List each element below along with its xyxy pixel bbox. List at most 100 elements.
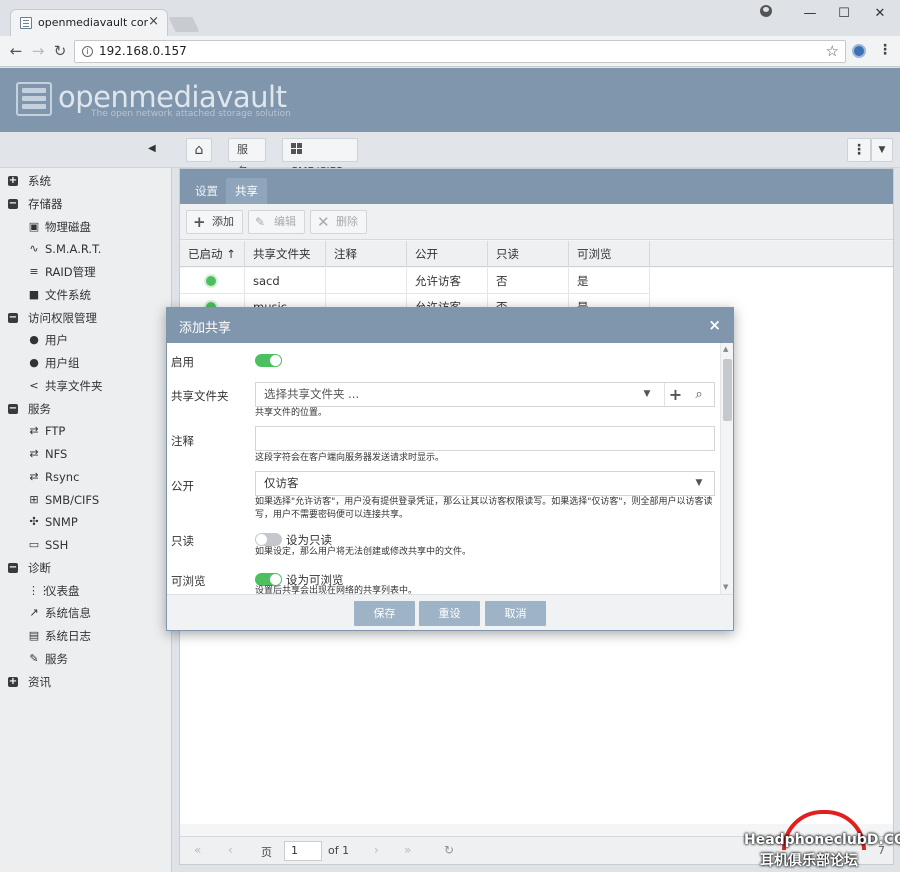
column-header-browsable[interactable]: 可浏览 bbox=[569, 241, 650, 267]
sidebar-item-label: 服务 bbox=[45, 651, 68, 666]
sidebar-item[interactable]: ✣ SNMP bbox=[0, 512, 170, 532]
sidebar-item[interactable]: ▣ 物理磁盘 bbox=[0, 217, 170, 237]
extension-globe-icon[interactable] bbox=[852, 44, 866, 58]
disk-icon: ▣ bbox=[28, 219, 40, 233]
sidebar-item[interactable]: − 服务 bbox=[0, 399, 170, 419]
next-page-icon[interactable]: › bbox=[374, 843, 379, 857]
scroll-down-icon[interactable]: ▼ bbox=[723, 583, 728, 591]
sidebar-item[interactable]: ⇄ Rsync bbox=[0, 467, 170, 487]
scroll-thumb[interactable] bbox=[723, 359, 732, 421]
column-header-comment[interactable]: 注释 bbox=[326, 241, 407, 267]
sidebar-item[interactable]: + 系统 bbox=[0, 171, 170, 191]
edit-button[interactable]: ✎ 编辑 bbox=[248, 210, 305, 234]
column-header-readonly[interactable]: 只读 bbox=[488, 241, 569, 267]
plus-icon: + bbox=[193, 213, 206, 231]
table-row[interactable]: sacd 允许访客 否 是 bbox=[180, 268, 650, 294]
cancel-button[interactable]: 取消 bbox=[485, 601, 546, 626]
sidebar-item[interactable]: ✎ 服务 bbox=[0, 649, 170, 669]
first-page-icon[interactable]: « bbox=[194, 843, 201, 857]
sidebar-item-label: 共享文件夹 bbox=[45, 378, 103, 393]
back-arrow-icon[interactable]: ← bbox=[6, 41, 26, 61]
sidebar-item[interactable]: − 诊断 bbox=[0, 558, 170, 578]
delete-button[interactable]: ✕ 删除 bbox=[310, 210, 367, 234]
column-header-public[interactable]: 公开 bbox=[407, 241, 488, 267]
dialog-close-icon[interactable]: × bbox=[708, 316, 721, 334]
plus-icon[interactable]: + bbox=[664, 383, 686, 406]
sidebar-item-label: FTP bbox=[45, 424, 66, 439]
add-button[interactable]: + 添加 bbox=[186, 210, 243, 234]
shared-folder-select[interactable]: 选择共享文件夹 ... ▼ + ⌕ bbox=[255, 382, 715, 407]
sidebar-item[interactable]: ↗ 系统信息 bbox=[0, 603, 170, 623]
sidebar-item[interactable]: ⇄ NFS bbox=[0, 444, 170, 464]
url-text[interactable]: 192.168.0.157 bbox=[99, 44, 187, 58]
sidebar-item[interactable]: ▤ 系统日志 bbox=[0, 626, 170, 646]
sidebar-collapse-icon[interactable]: ◀ bbox=[148, 143, 156, 154]
sidebar-item[interactable]: ● 用户组 bbox=[0, 353, 170, 373]
plus-box-icon[interactable]: + bbox=[8, 676, 18, 687]
plus-box-icon[interactable]: + bbox=[8, 176, 18, 186]
sidebar-item[interactable]: − 存储器 bbox=[0, 194, 170, 214]
window-close-button[interactable]: ✕ bbox=[868, 4, 892, 24]
reload-icon[interactable]: ↻ bbox=[50, 41, 70, 61]
home-icon: ⌂ bbox=[194, 142, 204, 158]
tab-settings[interactable]: 设置 bbox=[186, 178, 227, 204]
sidebar-item[interactable]: + 资讯 bbox=[0, 672, 170, 692]
search-icon[interactable]: ⌕ bbox=[688, 383, 710, 406]
breadcrumb-home-button[interactable]: ⌂ bbox=[186, 138, 212, 162]
column-header-folder[interactable]: 共享文件夹 bbox=[245, 241, 326, 267]
new-tab-button[interactable] bbox=[168, 17, 200, 32]
dropdown-button[interactable]: ▼ bbox=[871, 138, 893, 162]
share-icon: < bbox=[29, 378, 39, 392]
info-icon[interactable]: i bbox=[82, 46, 93, 57]
caret-down-icon[interactable]: ▼ bbox=[636, 383, 658, 406]
enable-toggle[interactable] bbox=[255, 354, 282, 367]
refresh-icon[interactable]: ↻ bbox=[444, 843, 454, 857]
comment-input[interactable] bbox=[255, 426, 715, 451]
comment-label: 注释 bbox=[171, 434, 194, 448]
sidebar-item-label: SSH bbox=[45, 538, 69, 552]
caret-down-icon: ▼ bbox=[878, 145, 886, 155]
scroll-up-icon[interactable]: ▲ bbox=[723, 345, 728, 353]
minus-box-icon[interactable]: − bbox=[8, 198, 18, 209]
folder-icon: ■ bbox=[28, 287, 40, 301]
last-page-icon[interactable]: » bbox=[404, 843, 411, 857]
edit-button-label: 编辑 bbox=[274, 215, 296, 228]
sidebar-item[interactable]: ▭ SSH bbox=[0, 535, 170, 555]
sidebar-item[interactable]: < 共享文件夹 bbox=[0, 376, 170, 396]
tab-close-icon[interactable]: × bbox=[148, 14, 159, 29]
page-number-input[interactable]: 1 bbox=[284, 841, 322, 861]
dialog-scrollbar[interactable]: ▲ ▼ bbox=[720, 343, 733, 594]
sidebar-item[interactable]: ⇄ FTP bbox=[0, 421, 170, 441]
breadcrumb-smb[interactable]: SMB/CIFS bbox=[282, 138, 358, 178]
sidebar-item[interactable]: ⊞ SMB/CIFS bbox=[0, 490, 170, 510]
prev-page-icon[interactable]: ‹ bbox=[228, 843, 233, 857]
breadcrumb-services[interactable]: 服务 bbox=[228, 138, 266, 178]
address-bar[interactable]: i 192.168.0.157 ☆ bbox=[74, 40, 846, 63]
minus-box-icon[interactable]: − bbox=[8, 562, 18, 573]
profile-icon[interactable] bbox=[760, 5, 772, 17]
bookmark-star-icon[interactable]: ☆ bbox=[826, 42, 839, 60]
column-header-enabled[interactable]: 已启动 ↑ bbox=[180, 241, 245, 267]
sidebar-item[interactable]: ■ 文件系统 bbox=[0, 285, 170, 305]
tab-shares[interactable]: 共享 bbox=[226, 178, 267, 204]
minus-box-icon[interactable]: − bbox=[8, 403, 18, 414]
caret-down-icon[interactable]: ▼ bbox=[688, 472, 710, 495]
sidebar-item[interactable]: ● 用户 bbox=[0, 330, 170, 350]
window-maximize-button[interactable]: ☐ bbox=[832, 4, 856, 24]
forward-arrow-icon[interactable]: → bbox=[28, 41, 48, 61]
browser-menu-icon[interactable]: ⋮ bbox=[878, 42, 892, 58]
public-select[interactable]: 仅访客 ▼ bbox=[255, 471, 715, 496]
sidebar-item[interactable]: ≡ RAID管理 bbox=[0, 262, 170, 282]
browser-tab[interactable]: openmediavault control panel × bbox=[10, 9, 168, 36]
window-minimize-button[interactable]: — bbox=[798, 4, 822, 24]
sidebar-item[interactable]: ∿ S.M.A.R.T. bbox=[0, 239, 170, 259]
save-button[interactable]: 保存 bbox=[354, 601, 415, 626]
dialog-footer: 保存 重设 取消 bbox=[167, 594, 733, 630]
readonly-toggle[interactable] bbox=[255, 533, 282, 546]
more-menu-button[interactable]: ⋮ bbox=[847, 138, 871, 162]
sidebar-item[interactable]: ⋮⋮ 仪表盘 bbox=[0, 581, 170, 601]
reset-button[interactable]: 重设 bbox=[419, 601, 480, 626]
public-label: 公开 bbox=[171, 479, 194, 493]
minus-box-icon[interactable]: − bbox=[8, 312, 18, 323]
sidebar-item[interactable]: − 访问权限管理 bbox=[0, 308, 170, 328]
